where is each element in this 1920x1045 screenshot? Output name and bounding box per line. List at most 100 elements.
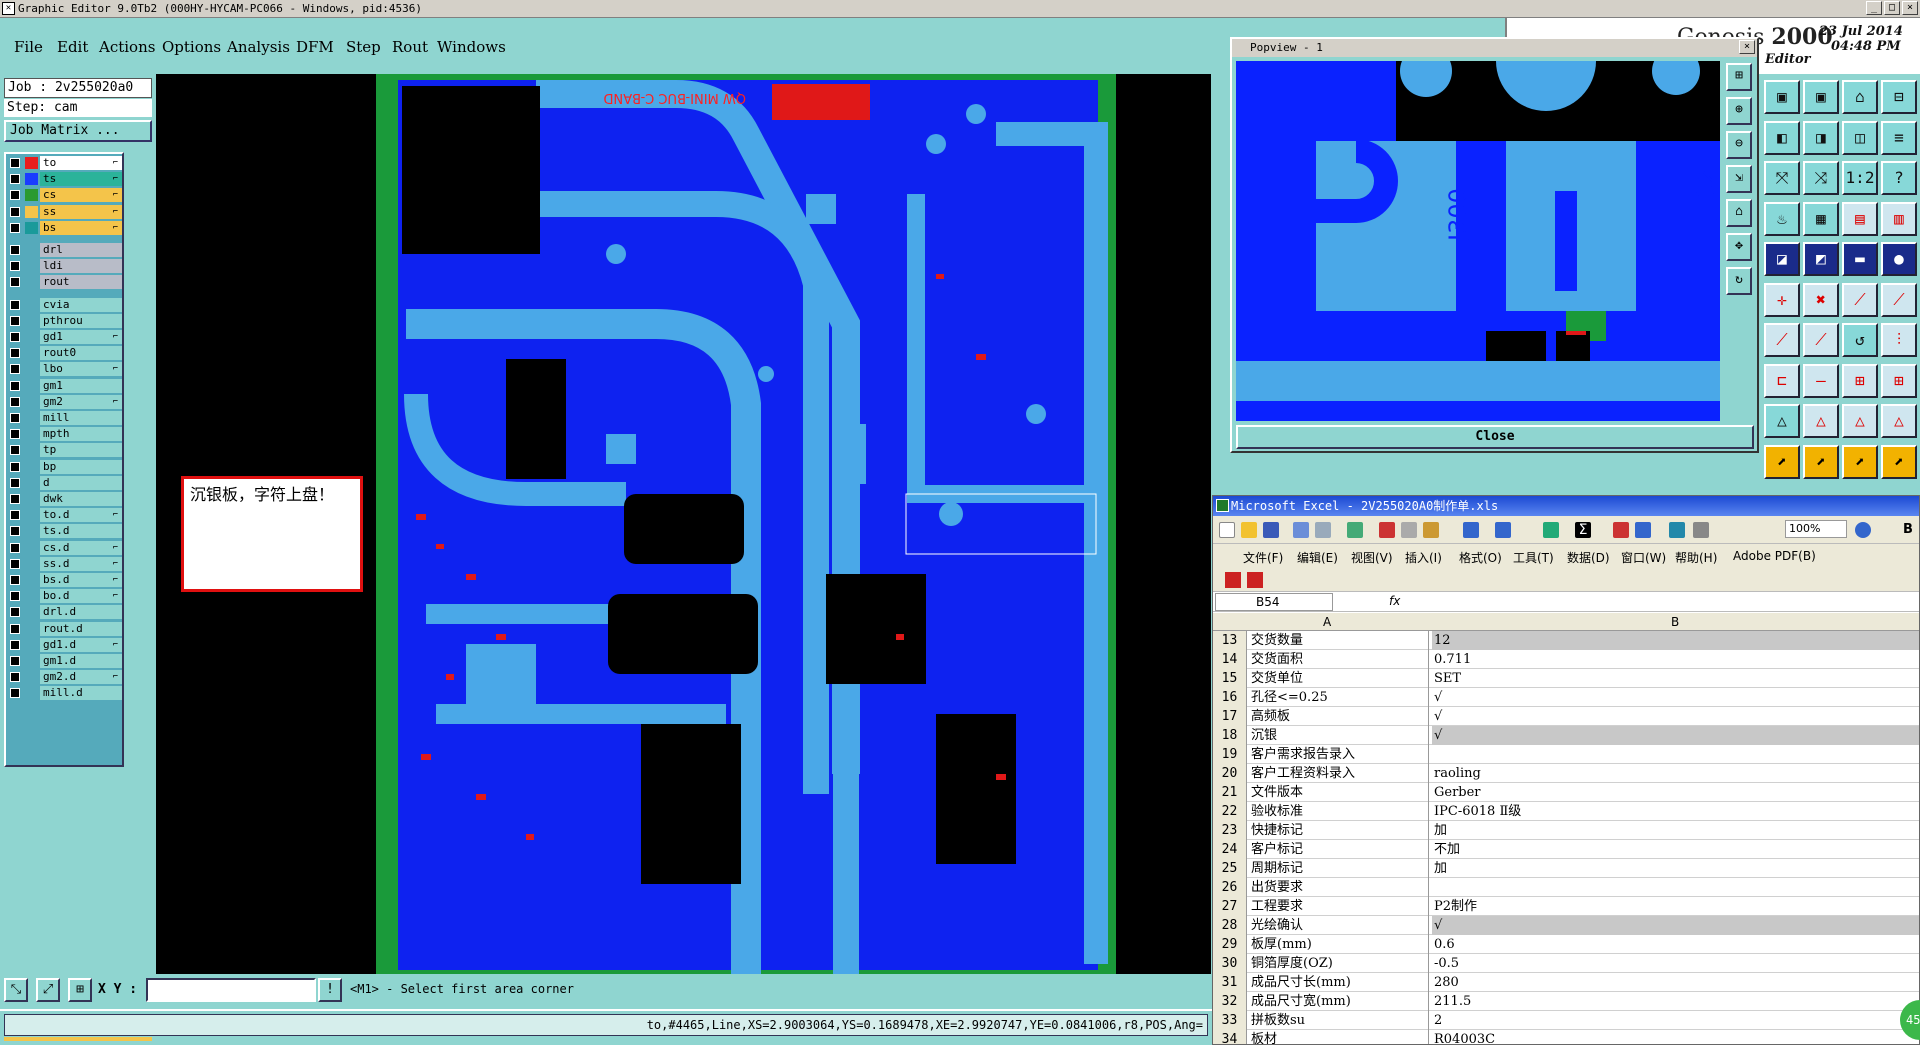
layer-color-swatch[interactable] xyxy=(25,655,38,667)
cell-a[interactable]: 文件版本 xyxy=(1251,783,1429,802)
layer-color-swatch[interactable] xyxy=(25,509,38,521)
layer-up-icon[interactable]: ▣ xyxy=(1764,80,1800,114)
layer-row[interactable]: gm2.d ⌐ xyxy=(8,670,122,685)
layer-name[interactable]: ss.d ⌐ xyxy=(40,556,122,571)
excel-menu-item[interactable]: Adobe PDF(B) xyxy=(1733,549,1816,563)
cell-b[interactable]: Gerber xyxy=(1432,783,1919,802)
layer-color-swatch[interactable] xyxy=(25,173,38,186)
help-icon[interactable] xyxy=(1855,522,1871,538)
scale-icon[interactable]: ⤨ xyxy=(1803,161,1839,195)
tri-c-icon[interactable]: △ xyxy=(1842,404,1878,438)
layer-checkbox[interactable] xyxy=(10,656,20,666)
layer-checkbox[interactable] xyxy=(10,396,20,407)
mirror-icon[interactable]: ◫ xyxy=(1842,120,1878,155)
measure-icon[interactable]: ♨ xyxy=(1764,201,1800,236)
grid-tool-icon[interactable]: ⊞ xyxy=(68,978,92,1002)
menu-step[interactable]: Step xyxy=(346,38,381,56)
cell-a[interactable]: 成品尺寸宽(mm) xyxy=(1251,992,1429,1011)
layer-row[interactable]: cs.d ⌐ xyxy=(8,540,122,555)
menu-dfm[interactable]: DFM xyxy=(296,38,334,56)
row-number[interactable]: 33 xyxy=(1213,1011,1247,1030)
ratio-icon[interactable]: 1:2 xyxy=(1842,161,1878,195)
row-number[interactable]: 28 xyxy=(1213,916,1247,935)
layer-row[interactable]: cs ⌐ xyxy=(8,188,122,203)
layer-checkbox[interactable] xyxy=(10,672,20,683)
layer-color-swatch[interactable] xyxy=(25,590,38,602)
layer-name[interactable]: cs.d ⌐ xyxy=(40,540,122,555)
layer-row[interactable]: drl.d xyxy=(8,605,122,620)
row-number[interactable]: 23 xyxy=(1213,821,1247,840)
layer-name[interactable]: bs ⌐ xyxy=(40,220,122,235)
column-a-header[interactable]: A xyxy=(1323,615,1331,629)
new-icon[interactable] xyxy=(1219,522,1235,538)
cell-a[interactable]: 验收标准 xyxy=(1251,802,1429,821)
excel-menu-item[interactable]: 帮助(H) xyxy=(1675,549,1717,566)
layer-checkbox[interactable] xyxy=(10,477,20,488)
layer-row[interactable]: drl xyxy=(8,243,122,257)
layer-row[interactable]: mpth xyxy=(8,427,122,442)
layer-color-swatch[interactable] xyxy=(25,542,38,554)
row-number[interactable]: 34 xyxy=(1213,1030,1247,1044)
align-icon[interactable]: ≡ xyxy=(1881,120,1917,155)
grid-icon[interactable]: ▦ xyxy=(1803,201,1839,236)
layer-row[interactable]: ts.d xyxy=(8,524,122,539)
pad-icon[interactable]: ● xyxy=(1881,242,1917,276)
layer-row[interactable]: bs.d ⌐ xyxy=(8,573,122,587)
layer-color-swatch[interactable] xyxy=(25,461,38,473)
layer-row[interactable]: ts ⌐ xyxy=(8,172,122,187)
cell-a[interactable]: 工程要求 xyxy=(1251,897,1429,916)
layer-color-swatch[interactable] xyxy=(25,260,38,272)
layer-row[interactable]: rout0 xyxy=(8,346,122,361)
layer-row[interactable]: gm2 ⌐ xyxy=(8,394,122,409)
zoom-fit-icon[interactable]: ⊞ xyxy=(1726,63,1752,91)
fx-icon[interactable]: fx xyxy=(1389,594,1400,608)
cut-icon[interactable]: ✖ xyxy=(1803,282,1839,317)
line-icon[interactable]: ▬ xyxy=(1842,242,1878,276)
rotate-icon[interactable]: ⤧ xyxy=(1764,161,1800,195)
layer-name[interactable]: mill.d xyxy=(40,686,122,701)
row-number[interactable]: 18 xyxy=(1213,726,1247,745)
tri-b-icon[interactable]: △ xyxy=(1803,404,1839,438)
box-b-icon[interactable]: ⊞ xyxy=(1881,363,1917,398)
zoom-select[interactable]: 100% xyxy=(1785,520,1847,538)
excel-menu-item[interactable]: 窗口(W) xyxy=(1621,549,1666,566)
layer-checkbox[interactable] xyxy=(10,623,20,634)
layer-color-swatch[interactable] xyxy=(25,276,38,288)
split-icon[interactable]: ⫶ xyxy=(1881,323,1917,357)
layer-color-swatch[interactable] xyxy=(25,380,38,392)
cell-b[interactable]: √ xyxy=(1432,688,1919,707)
excel-menu-item[interactable]: 工具(T) xyxy=(1513,549,1554,566)
layer-color-swatch[interactable] xyxy=(25,205,38,218)
excel-menu-item[interactable]: 视图(V) xyxy=(1351,549,1393,566)
layer-checkbox[interactable] xyxy=(10,222,20,233)
layer-name[interactable]: cs ⌐ xyxy=(40,188,122,203)
layer-checkbox[interactable] xyxy=(10,332,20,342)
layer-color-swatch[interactable] xyxy=(25,525,38,537)
popview-close-icon[interactable]: × xyxy=(1739,40,1755,54)
row-number[interactable]: 14 xyxy=(1213,650,1247,669)
cell-b[interactable]: 12 xyxy=(1432,631,1919,650)
row-number[interactable]: 32 xyxy=(1213,992,1247,1011)
layer-name[interactable]: to.d ⌐ xyxy=(40,508,122,523)
print-icon[interactable] xyxy=(1293,522,1309,538)
layer-row[interactable]: bp xyxy=(8,459,122,474)
layer-checkbox[interactable] xyxy=(10,158,20,168)
layer-color-swatch[interactable] xyxy=(25,221,38,234)
net-a-icon[interactable]: ▤ xyxy=(1842,201,1878,236)
measure-tool-icon[interactable]: ⤢ xyxy=(36,978,60,1002)
xy-input[interactable] xyxy=(146,978,316,1002)
row-number[interactable]: 17 xyxy=(1213,707,1247,726)
row-number[interactable]: 22 xyxy=(1213,802,1247,821)
layer-name[interactable]: gm1 xyxy=(40,378,122,393)
paste-icon[interactable] xyxy=(1423,522,1439,538)
row-number[interactable]: 30 xyxy=(1213,954,1247,973)
hyperlink-icon[interactable] xyxy=(1543,522,1559,538)
layer-row[interactable]: ldi xyxy=(8,259,122,274)
preview-icon[interactable] xyxy=(1315,522,1331,538)
menu-file[interactable]: File xyxy=(14,38,43,56)
arc-d-icon[interactable]: ⟋ xyxy=(1803,323,1839,357)
layer-row[interactable]: mill.d xyxy=(8,686,122,701)
row-number[interactable]: 27 xyxy=(1213,897,1247,916)
query-icon[interactable]: ? xyxy=(1881,161,1917,195)
cell-a[interactable]: 交货面积 xyxy=(1251,650,1429,669)
